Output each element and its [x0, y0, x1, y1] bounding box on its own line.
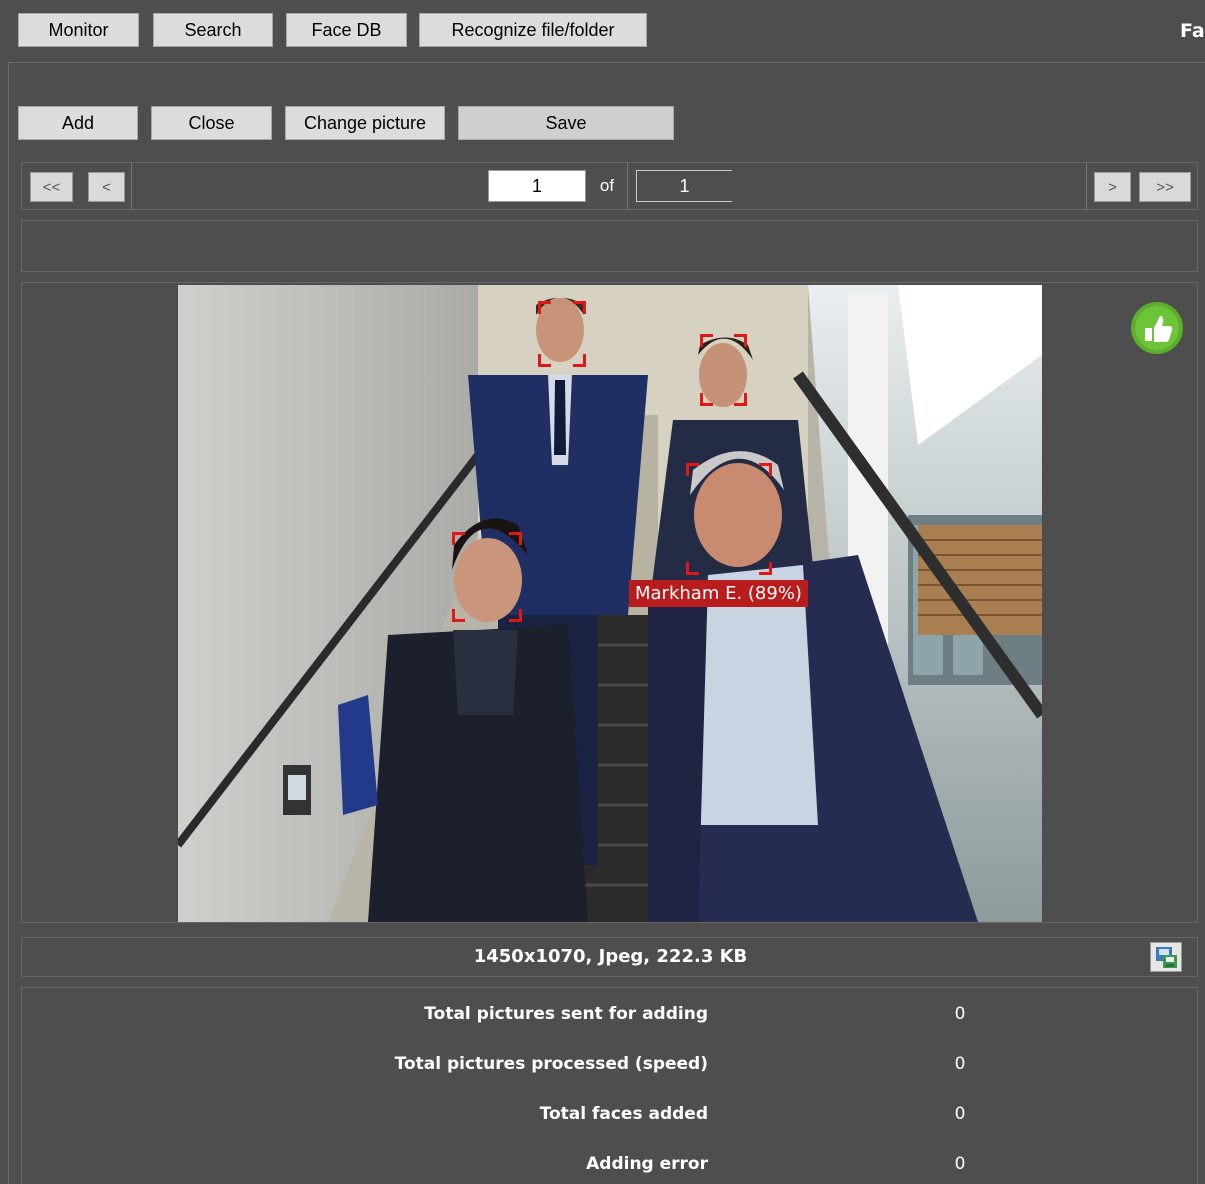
close-button[interactable]: Close	[151, 106, 272, 140]
face-box-4	[452, 532, 522, 622]
image-panel: Markham E. (89%)	[21, 282, 1198, 923]
stat-label-faces-added: Total faces added	[539, 1104, 708, 1124]
recognition-label: Markham E. (89%)	[629, 580, 808, 607]
next-page-button[interactable]: >	[1094, 172, 1131, 202]
save-image-icon[interactable]	[1150, 942, 1182, 972]
toolbar-divider	[8, 62, 1205, 63]
face-box-1	[538, 301, 586, 367]
save-button[interactable]: Save	[458, 106, 674, 140]
stat-value-adding-error: 0	[954, 1154, 966, 1174]
prev-page-button[interactable]: <	[88, 172, 125, 202]
first-page-button[interactable]: <<	[30, 172, 73, 202]
photo-preview	[178, 285, 1042, 922]
pager-divider-mid	[627, 163, 628, 209]
face-box-2	[700, 334, 747, 406]
pager-bar: << < of 1 > >>	[21, 162, 1198, 210]
stat-label-processed: Total pictures processed (speed)	[394, 1054, 708, 1074]
brand-label: Fa	[1180, 20, 1205, 42]
add-button[interactable]: Add	[18, 106, 138, 140]
last-page-button[interactable]: >>	[1139, 172, 1191, 202]
stat-label-adding-error: Adding error	[586, 1154, 708, 1174]
thumbs-up-icon[interactable]	[1130, 301, 1184, 355]
change-picture-button[interactable]: Change picture	[285, 106, 445, 140]
recognize-file-folder-button[interactable]: Recognize file/folder	[419, 13, 647, 47]
pager-divider-right	[1086, 163, 1087, 209]
stat-value-faces-added: 0	[954, 1104, 966, 1124]
file-info-bar: 1450x1070, Jpeg, 222.3 KB	[21, 937, 1198, 977]
stat-label-sent: Total pictures sent for adding	[424, 1004, 708, 1024]
search-button[interactable]: Search	[153, 13, 273, 47]
stat-value-processed: 0	[954, 1054, 966, 1074]
pager-divider-left	[131, 163, 132, 209]
page-number-input[interactable]	[488, 170, 586, 202]
total-pages-field: 1	[636, 170, 732, 202]
top-toolbar: Monitor Search Face DB Recognize file/fo…	[0, 0, 1205, 62]
file-info-text: 1450x1070, Jpeg, 222.3 KB	[473, 946, 748, 967]
monitor-button[interactable]: Monitor	[18, 13, 139, 47]
pager-of-label: of	[599, 176, 615, 195]
face-db-button[interactable]: Face DB	[286, 13, 407, 47]
face-box-3	[686, 463, 772, 575]
stat-value-sent: 0	[954, 1004, 966, 1024]
left-border	[8, 62, 9, 1184]
info-panel	[21, 220, 1198, 272]
